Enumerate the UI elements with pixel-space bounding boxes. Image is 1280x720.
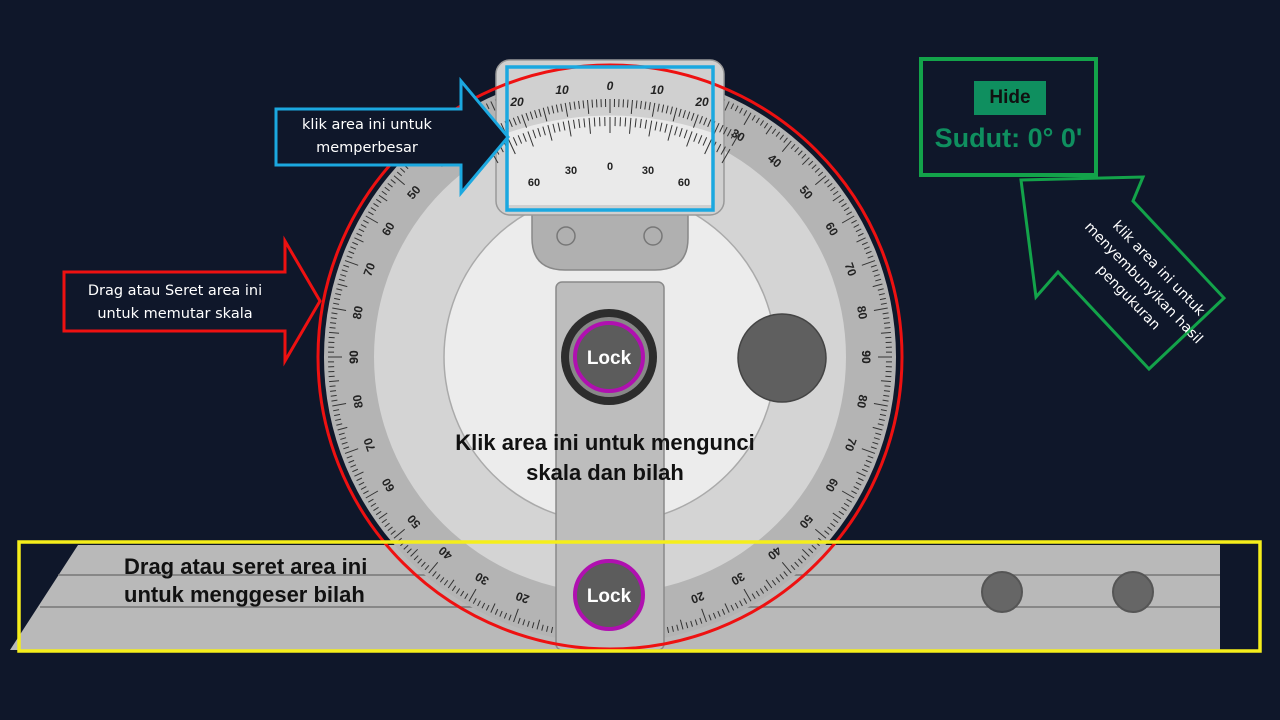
vernier-tick <box>624 117 627 127</box>
degree-label: 90 <box>859 350 873 364</box>
rotate-hint-text: Drag atau Seret area ini untuk memutar s… <box>87 283 263 322</box>
angle-readout: Sudut: 0° 0' <box>934 123 1083 153</box>
vernier-bottom-label: 30 <box>642 165 654 177</box>
degree-tick <box>329 327 336 329</box>
vernier-bottom-label: 60 <box>678 177 690 189</box>
lock-hint-text: Klik area ini untuk mengunci skala dan b… <box>455 430 755 485</box>
blade-lock-button[interactable]: Lock <box>573 559 645 631</box>
vernier-tick <box>626 99 629 108</box>
dial-lock-label: Lock <box>587 348 632 369</box>
degree-label: 80 <box>854 394 870 410</box>
dial-knob <box>737 313 827 403</box>
vernier-bottom-label: 30 <box>565 165 577 177</box>
vernier-top-label: 0 <box>607 79 614 93</box>
slide-hint-text: Drag atau seret area ini untuk menggeser… <box>124 554 368 607</box>
result-panel: Hide Sudut: 0° 0' <box>919 57 1098 177</box>
vernier-top-label: 10 <box>650 83 664 97</box>
vernier-bottom-label: 0 <box>607 161 613 173</box>
vernier-top-label: 20 <box>509 95 524 109</box>
vernier-neck <box>531 207 689 271</box>
vernier-tick <box>591 99 594 108</box>
hide-result-button[interactable]: Hide <box>974 81 1046 115</box>
vernier-top-label: 10 <box>555 83 569 97</box>
blade-lock-label: Lock <box>587 586 632 607</box>
dial-lock-button[interactable]: Lock <box>561 309 657 405</box>
stock-screw-2 <box>1112 571 1154 613</box>
degree-label: 80 <box>854 305 870 321</box>
stock-screw-1 <box>981 571 1023 613</box>
degree-tick <box>884 327 891 329</box>
degree-label: 90 <box>347 350 361 364</box>
degree-label: 80 <box>350 393 366 409</box>
vernier-bottom-label: 60 <box>528 177 540 189</box>
degree-label: 80 <box>350 304 366 320</box>
degree-tick <box>329 385 336 387</box>
vernier-top-label: 20 <box>694 95 709 109</box>
zoom-hint-text: klik area ini untuk memperbesar <box>302 117 432 156</box>
vernier-tick <box>593 117 596 127</box>
degree-tick <box>884 385 891 387</box>
